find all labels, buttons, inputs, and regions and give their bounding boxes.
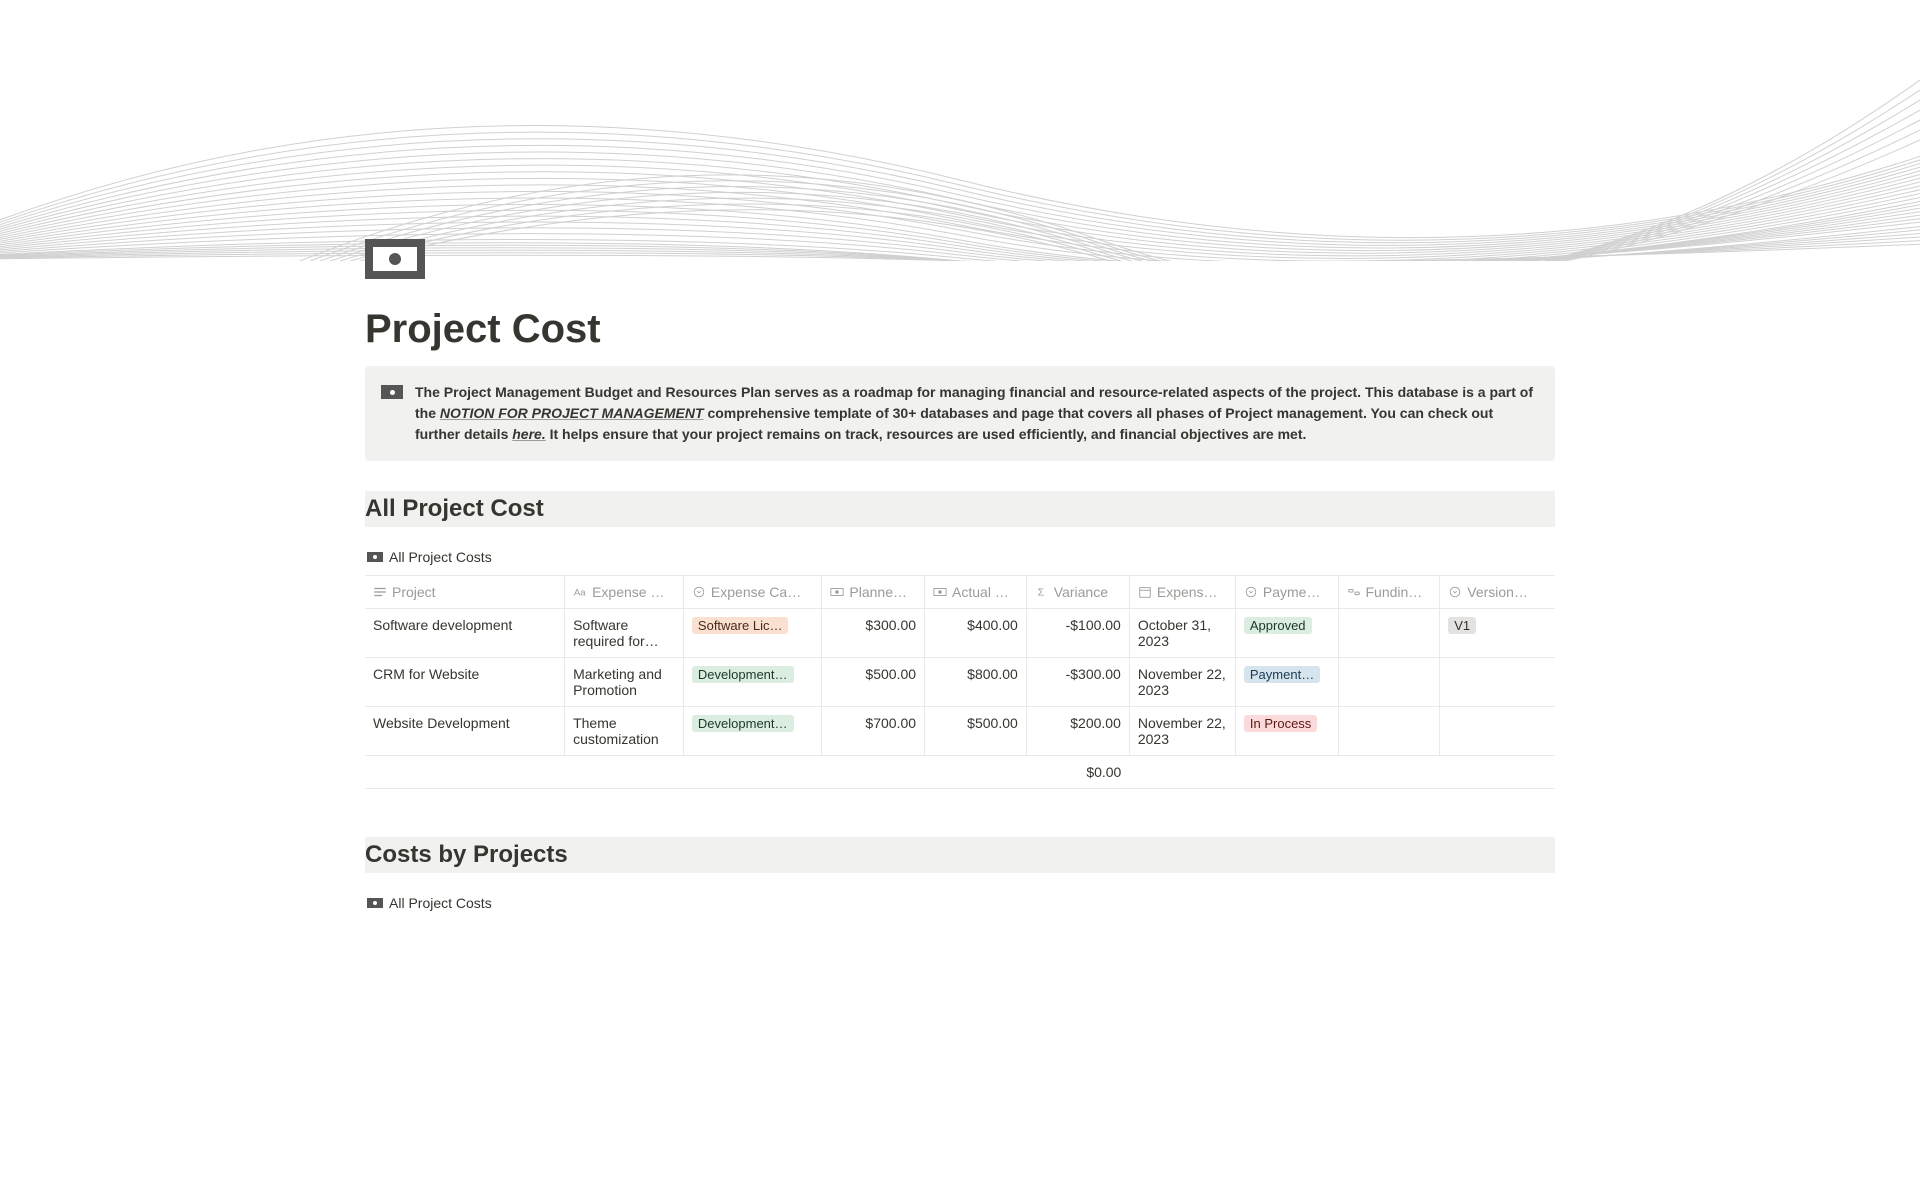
cell-project[interactable]: CRM for Website <box>365 658 565 707</box>
select-icon <box>1448 585 1462 599</box>
link-notion-pm[interactable]: NOTION FOR PROJECT MANAGEMENT <box>440 405 704 421</box>
calendar-icon <box>1138 585 1152 599</box>
table-row[interactable]: CRM for WebsiteMarketing and Promotion De… <box>365 658 1555 707</box>
status-tag: In Process <box>1244 715 1317 732</box>
select-icon <box>692 585 706 599</box>
money-icon <box>373 247 417 271</box>
callout[interactable]: The Project Management Budget and Resour… <box>365 366 1555 461</box>
table-row[interactable]: Software developmentSoftware required fo… <box>365 609 1555 658</box>
money-icon <box>367 898 383 908</box>
svg-text:Aa: Aa <box>574 588 586 599</box>
table-row[interactable]: Website DevelopmentTheme customization De… <box>365 707 1555 756</box>
cell-date[interactable]: October 31, 2023 <box>1129 609 1235 658</box>
view-tab-label: All Project Costs <box>389 549 492 565</box>
cell-status[interactable]: Payment… <box>1235 658 1338 707</box>
cell-category[interactable]: Development… <box>683 658 821 707</box>
col-version[interactable]: Version… <box>1440 576 1555 609</box>
cell-status[interactable]: In Process <box>1235 707 1338 756</box>
money-icon <box>367 552 383 562</box>
cell-actual[interactable]: $800.00 <box>925 658 1027 707</box>
cell-funding[interactable] <box>1338 707 1440 756</box>
version-tag: V1 <box>1448 617 1476 634</box>
col-expense-category[interactable]: Expense Ca… <box>683 576 821 609</box>
table-sum-row: $0.00 <box>365 756 1555 789</box>
cell-description[interactable]: Theme customization <box>565 707 684 756</box>
col-actual[interactable]: Actual … <box>925 576 1027 609</box>
col-variance[interactable]: Σ Variance <box>1026 576 1129 609</box>
col-planned[interactable]: Planne… <box>822 576 925 609</box>
col-project[interactable]: Project <box>365 576 565 609</box>
relation-icon <box>1347 585 1361 599</box>
category-tag: Development… <box>692 666 794 683</box>
cell-funding[interactable] <box>1338 609 1440 658</box>
svg-text:Σ: Σ <box>1037 587 1044 599</box>
cell-version[interactable]: V1 <box>1440 609 1555 658</box>
cell-project[interactable]: Website Development <box>365 707 565 756</box>
status-tag: Approved <box>1244 617 1312 634</box>
cell-funding[interactable] <box>1338 658 1440 707</box>
cell-category[interactable]: Development… <box>683 707 821 756</box>
col-payment-status[interactable]: Payme… <box>1235 576 1338 609</box>
cell-variance[interactable]: -$100.00 <box>1026 609 1129 658</box>
project-cost-table: Project Aa Expense … Expense Ca… <box>365 575 1555 789</box>
page-title[interactable]: Project Cost <box>365 307 1555 352</box>
cell-version[interactable] <box>1440 658 1555 707</box>
cell-date[interactable]: November 22, 2023 <box>1129 707 1235 756</box>
col-expense-date[interactable]: Expens… <box>1129 576 1235 609</box>
formula-icon: Σ <box>1035 585 1049 599</box>
page-icon[interactable] <box>365 239 425 279</box>
cell-planned[interactable]: $500.00 <box>822 658 925 707</box>
link-here[interactable]: here. <box>512 426 545 442</box>
money-icon <box>933 585 947 599</box>
cell-planned[interactable]: $300.00 <box>822 609 925 658</box>
cell-variance[interactable]: $200.00 <box>1026 707 1129 756</box>
cell-status[interactable]: Approved <box>1235 609 1338 658</box>
cell-variance[interactable]: -$300.00 <box>1026 658 1129 707</box>
text-icon: Aa <box>573 585 587 599</box>
wave-decoration <box>0 0 1920 261</box>
view-tab-label: All Project Costs <box>389 895 492 911</box>
col-expense-description[interactable]: Aa Expense … <box>565 576 684 609</box>
money-icon <box>830 585 844 599</box>
callout-text: The Project Management Budget and Resour… <box>415 382 1539 445</box>
cell-date[interactable]: November 22, 2023 <box>1129 658 1235 707</box>
category-tag: Software Lic… <box>692 617 789 634</box>
sum-variance: $0.00 <box>1026 756 1129 789</box>
cell-category[interactable]: Software Lic… <box>683 609 821 658</box>
section-costs-by-projects[interactable]: Costs by Projects <box>365 837 1555 873</box>
cell-actual[interactable]: $400.00 <box>925 609 1027 658</box>
cell-project[interactable]: Software development <box>365 609 565 658</box>
category-tag: Development… <box>692 715 794 732</box>
section-all-project-cost[interactable]: All Project Cost <box>365 491 1555 527</box>
view-tab-all-costs[interactable]: All Project Costs <box>365 545 1555 575</box>
cell-actual[interactable]: $500.00 <box>925 707 1027 756</box>
col-funding[interactable]: Fundin… <box>1338 576 1440 609</box>
cell-description[interactable]: Software required for… <box>565 609 684 658</box>
money-icon <box>381 385 403 399</box>
cell-description[interactable]: Marketing and Promotion <box>565 658 684 707</box>
status-tag: Payment… <box>1244 666 1320 683</box>
select-icon <box>1244 585 1258 599</box>
lines-icon <box>373 585 387 599</box>
view-tab-costs-by-projects[interactable]: All Project Costs <box>365 891 1555 921</box>
cover-image <box>0 0 1920 261</box>
cell-version[interactable] <box>1440 707 1555 756</box>
cell-planned[interactable]: $700.00 <box>822 707 925 756</box>
